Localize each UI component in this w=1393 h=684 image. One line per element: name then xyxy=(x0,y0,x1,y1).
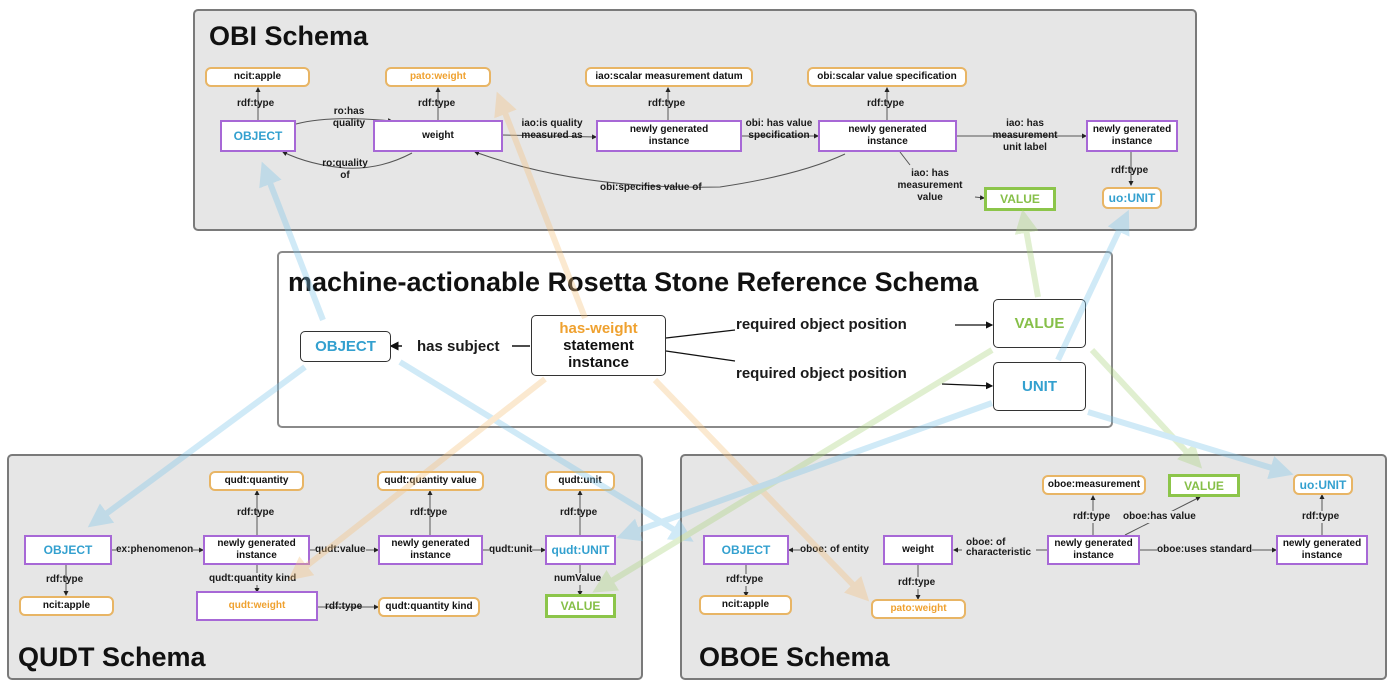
obi-node-instance-1: newly generated instance xyxy=(596,120,742,152)
ref-node-value: VALUE xyxy=(993,299,1086,348)
qudt-node-unit-class: qudt:unit xyxy=(545,471,615,491)
ref-label-req-pos-1: required object position xyxy=(736,316,907,333)
qudt-label-rdf-type-3: rdf:type xyxy=(410,507,448,518)
qudt-label-phenomenon: ex:phenomenon xyxy=(116,544,194,556)
qudt-label-rdf-type-1: rdf:type xyxy=(46,574,84,585)
qudt-node-ncit-apple: ncit:apple xyxy=(19,596,114,616)
obi-label-quality-of: ro:quality of xyxy=(322,158,368,181)
oboe-node-ncit-apple: ncit:apple xyxy=(699,595,792,615)
obi-label-has-quality: ro:has quality xyxy=(332,106,366,129)
obi-label-rdf-type-5: rdf:type xyxy=(1111,165,1149,176)
oboe-node-instance-2: newly generated instance xyxy=(1276,535,1368,565)
oboe-label-rdf-type-2: rdf:type xyxy=(898,577,936,589)
ref-statement-highlight: has-weight xyxy=(559,320,638,337)
qudt-node-object: OBJECT xyxy=(24,535,112,565)
oboe-schema-panel: OBOE Schema xyxy=(680,454,1387,680)
qudt-node-unit: qudt:UNIT xyxy=(545,535,616,565)
oboe-schema-title: OBOE Schema xyxy=(699,642,890,672)
obi-node-obi-spec: obi:scalar value specification xyxy=(807,67,967,87)
reference-schema-title: machine-actionable Rosetta Stone Referen… xyxy=(288,267,979,297)
ref-node-object: OBJECT xyxy=(300,331,391,362)
oboe-label-rdf-type-3: rdf:type xyxy=(1073,511,1111,523)
qudt-label-num-value: numValue xyxy=(554,573,602,585)
qudt-node-instance-2: newly generated instance xyxy=(378,535,483,565)
ref-node-statement: has-weight statement instance xyxy=(531,315,666,376)
obi-node-object: OBJECT xyxy=(220,120,296,152)
obi-node-pato-weight: pato:weight xyxy=(385,67,491,87)
obi-node-iao-datum: iao:scalar measurement datum xyxy=(585,67,753,87)
qudt-label-rdf-type-4: rdf:type xyxy=(560,507,598,518)
obi-label-rdf-type-1: rdf:type xyxy=(237,98,275,109)
obi-label-rdf-type-4: rdf:type xyxy=(867,98,905,109)
oboe-label-rdf-type-4: rdf:type xyxy=(1302,511,1340,523)
qudt-node-quantity: qudt:quantity xyxy=(209,471,304,491)
qudt-label-rdf-type-2: rdf:type xyxy=(237,507,275,518)
oboe-node-weight: weight xyxy=(883,535,953,565)
obi-label-specifies-value-of: obi:specifies value of xyxy=(600,182,702,193)
qudt-label-rdf-type-5: rdf:type xyxy=(325,601,363,612)
oboe-label-of-characteristic: oboe: of characteristic xyxy=(966,537,1032,558)
oboe-label-uses-standard: oboe:uses standard xyxy=(1157,544,1253,556)
oboe-label-rdf-type-1: rdf:type xyxy=(726,574,764,586)
qudt-node-instance-1: newly generated instance xyxy=(203,535,310,565)
obi-node-value: VALUE xyxy=(984,187,1056,211)
obi-label-rdf-type-3: rdf:type xyxy=(648,98,686,109)
qudt-node-value: VALUE xyxy=(545,594,616,618)
obi-label-value-spec: obi: has value specification xyxy=(745,118,813,141)
ref-node-unit: UNIT xyxy=(993,362,1086,411)
obi-node-ncit-apple: ncit:apple xyxy=(205,67,310,87)
obi-node-uo-unit: uo:UNIT xyxy=(1102,187,1162,209)
qudt-label-quantity-kind: qudt:quantity kind xyxy=(209,573,297,585)
qudt-label-value: qudt:value xyxy=(315,544,366,556)
oboe-node-value: VALUE xyxy=(1168,474,1240,497)
qudt-schema-title: QUDT Schema xyxy=(18,642,206,672)
ref-statement-rest: statement instance xyxy=(563,337,634,371)
ref-label-has-subject: has subject xyxy=(417,338,500,355)
qudt-node-quantity-kind: qudt:quantity kind xyxy=(378,597,480,617)
ref-label-req-pos-2: required object position xyxy=(736,365,907,382)
oboe-node-instance-1: newly generated instance xyxy=(1047,535,1140,565)
obi-schema-title: OBI Schema xyxy=(209,21,369,51)
obi-node-weight: weight xyxy=(373,120,503,152)
oboe-label-has-value: oboe:has value xyxy=(1123,511,1196,523)
qudt-node-quantity-value: qudt:quantity value xyxy=(377,471,484,491)
oboe-label-of-entity: oboe: of entity xyxy=(800,544,869,556)
obi-label-measured-as: iao:is quality measured as xyxy=(521,118,583,141)
oboe-node-pato-weight: pato:weight xyxy=(871,599,966,619)
obi-label-unit-label: iao: has measurement unit label xyxy=(992,118,1058,153)
qudt-label-unit: qudt:unit xyxy=(489,544,533,556)
qudt-node-weight: qudt:weight xyxy=(196,591,318,621)
reference-schema-panel: machine-actionable Rosetta Stone Referen… xyxy=(277,251,1113,428)
oboe-node-object: OBJECT xyxy=(703,535,789,565)
obi-label-measurement-value: iao: has measurement value xyxy=(897,168,963,203)
obi-node-instance-2: newly generated instance xyxy=(818,120,957,152)
obi-label-rdf-type-2: rdf:type xyxy=(418,98,456,109)
oboe-node-measurement: oboe:measurement xyxy=(1042,475,1146,495)
oboe-node-uo-unit: uo:UNIT xyxy=(1293,474,1353,495)
obi-node-instance-3: newly generated instance xyxy=(1086,120,1178,152)
